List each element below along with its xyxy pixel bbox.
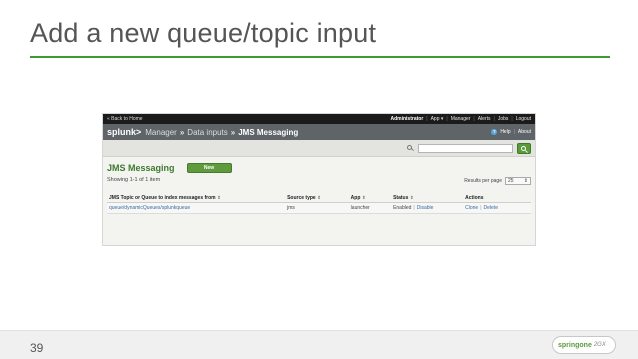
column-header-status[interactable]: Status ⇕ [391,194,464,203]
header-links: ? Help | About [491,129,531,135]
sort-icon: ⇕ [317,195,321,200]
top-nav-links: Administrator | App ▾ | Manager | Alerts… [390,116,531,122]
footer-band [0,330,638,359]
separator: | [480,205,482,211]
sort-icon: ⇕ [217,195,221,200]
app-menu[interactable]: App ▾ [431,116,444,122]
breadcrumb-separator: » [179,127,185,137]
breadcrumb-manager[interactable]: Manager [145,128,177,137]
app-header: splunk> Manager » Data inputs » JMS Mess… [103,124,535,140]
page-header: JMS Messaging New [107,161,531,175]
user-menu[interactable]: Administrator [390,116,423,122]
search-button[interactable] [517,142,531,154]
column-header-actions: Actions [463,194,531,203]
actions-cell: Clone | Delete [463,202,531,214]
slide-title: Add a new queue/topic input [30,18,377,48]
logo-text: springone [558,341,592,349]
separator: | [473,116,475,122]
app-cell: launcher [348,202,392,214]
clone-link[interactable]: Clone [465,205,478,211]
separator: | [511,116,513,122]
separator: | [413,205,415,211]
back-to-home-link[interactable]: « Back to Home [107,116,143,122]
jobs-link[interactable]: Jobs [498,116,509,122]
title-rule [30,56,610,58]
splunk-logo[interactable]: splunk> [107,127,141,137]
splunk-screenshot: « Back to Home Administrator | App ▾ | M… [102,113,536,246]
sort-icon: ⇕ [361,195,366,200]
logout-link[interactable]: Logout [516,116,531,122]
results-per-page-value: 25 [508,178,514,184]
updown-icon: ⇕ [523,178,528,184]
table-header-row: JMS Topic or Queue to index messages fro… [107,194,531,203]
search-input[interactable] [418,143,513,153]
alerts-link[interactable]: Alerts [478,116,491,122]
search-bar [103,140,535,157]
status-cell: Enabled | Disable [391,202,464,214]
manager-link[interactable]: Manager [451,116,471,122]
page-heading: JMS Messaging [107,163,175,173]
search-icon [407,144,414,152]
queue-name-link[interactable]: queue/dynamicQueues/splunkqueue [107,202,286,214]
springone-logo: springone 2GX [552,336,616,354]
breadcrumb: splunk> Manager » Data inputs » JMS Mess… [107,127,298,137]
separator: | [426,116,428,122]
inputs-table: JMS Topic or Queue to index messages fro… [107,194,531,214]
help-link[interactable]: Help [500,129,510,135]
top-nav-bar: « Back to Home Administrator | App ▾ | M… [103,114,535,124]
separator: | [513,129,515,135]
delete-link[interactable]: Delete [484,205,498,211]
new-button[interactable]: New [186,163,232,173]
status-value: Enabled [393,205,412,211]
results-per-page-label: Results per page [464,178,502,184]
column-header-source-type[interactable]: Source type ⇕ [285,194,349,203]
logo-suffix: 2GX [593,342,606,348]
breadcrumb-current: JMS Messaging [238,127,299,137]
separator: | [446,116,448,122]
breadcrumb-separator: » [230,127,236,137]
sort-icon: ⇕ [409,195,414,200]
separator: | [493,116,495,122]
breadcrumb-data-inputs[interactable]: Data inputs [187,128,227,137]
help-icon: ? [491,129,498,135]
column-header-app[interactable]: App ⇕ [348,194,392,203]
table-row: queue/dynamicQueues/splunkqueue jms laun… [107,202,531,214]
main-content: JMS Messaging New Showing 1-1 of 1 item … [103,157,535,245]
disable-link[interactable]: Disable [417,205,434,211]
source-type-cell: jms [285,202,349,214]
results-per-page: Results per page 25 ⇕ [464,177,531,185]
column-header-topic[interactable]: JMS Topic or Queue to index messages fro… [107,194,286,203]
slide-number: 39 [30,341,44,355]
about-link[interactable]: About [518,129,531,135]
results-per-page-select[interactable]: 25 ⇕ [505,177,531,185]
